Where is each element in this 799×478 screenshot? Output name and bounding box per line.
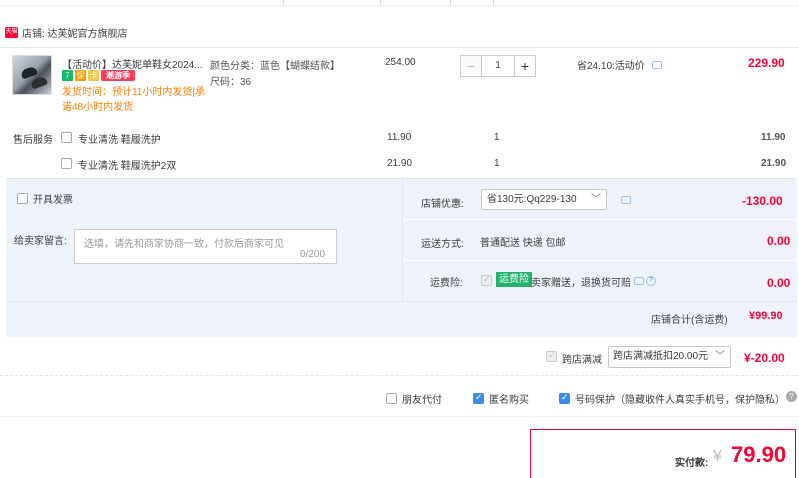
friend-pay-option[interactable]: 朋友代付 [386,391,442,406]
shipping-note: 发货时间：预计11小时内发货|承诺48小时内发货 [62,87,205,113]
shipping-method: 普通配送 快递 包邮 [480,238,566,249]
shop-discount-label: 店铺优惠: [421,199,464,210]
seven-day-return-icon: 7 [62,70,73,81]
number-protect-option[interactable]: 号码保护（隐藏收件人真实手机号，保护隐私） [559,391,785,406]
shoe-image [19,65,39,80]
panel-divider [402,178,403,301]
invoice-option[interactable]: 开具发票 [17,191,73,206]
chevron-down-icon: ﹀ [715,351,725,362]
chat-icon[interactable] [634,277,644,285]
guarantee-icon: 保 [75,70,86,81]
message-char-count: 0/200 [300,249,326,260]
cross-store-label: 跨店满减 [562,355,602,366]
help-icon[interactable]: ? [786,391,797,402]
product-badges: 7 保 卡 潮游季 [62,70,135,82]
anonymous-checkbox[interactable] [473,393,484,404]
insurance-label: 运费险: [430,278,463,289]
friend-pay-label: 朋友代付 [402,395,442,406]
question-icon[interactable]: ? [646,276,656,286]
cross-store-amount: ¥-20.00 [744,351,785,365]
sku-size: 尺码：36 [210,77,252,88]
column-divider [283,0,284,5]
quantity-stepper: − 1 + [460,55,536,77]
service-qty: 1 [494,158,500,169]
message-label: 给卖家留言: [14,236,67,247]
cross-store-value: 跨店满减抵扣20.00元 [613,351,709,362]
shop-total-value: ¥99.90 [749,310,783,322]
shop-discount-amount: -130.00 [742,194,783,208]
payment-label: 实付款: [675,458,709,469]
message-placeholder: 选填，请先和商家协商一致，付款后商家可见 [84,239,284,250]
chat-icon[interactable] [621,196,631,204]
friend-pay-checkbox[interactable] [386,393,397,404]
insurance-badge: 运费险 [496,272,532,287]
shop-name-link[interactable]: 店铺: 达芙妮官方旗舰店 [22,25,128,40]
service-total: 21.90 [761,158,787,169]
saving-text: 省24.10:活动价 [577,61,645,72]
shipping-label: 运送方式: [421,239,464,250]
chevron-down-icon: ﹀ [591,194,601,205]
service-checkbox[interactable] [61,132,72,143]
item-subtotal: 229.90 [748,56,785,70]
service-name: 专业清洗 鞋履洗护 [78,135,161,146]
panel-row-divider [403,260,797,261]
insurance-text: 卖家赠送，退换货可赔 [531,278,631,289]
quantity-input[interactable]: 1 [482,55,514,77]
unit-price: 254.00 [385,57,416,68]
column-divider [493,0,494,5]
panel-row-divider [6,301,797,302]
column-divider [380,0,381,5]
payment-currency: ¥ [713,448,722,465]
shop-discount-value: 省130元:Qq229-130 [487,194,577,205]
service-price: 11.90 [387,132,412,143]
promo-tag: 潮游季 [101,70,135,81]
column-divider [450,0,451,5]
service-price: 21.90 [387,158,413,169]
invoice-checkbox[interactable] [17,193,28,204]
number-protect-checkbox[interactable] [559,393,570,404]
insurance-checkbox [481,275,492,286]
service-name: 专业清洗 鞋履洗护2双 [78,161,177,172]
service-qty: 1 [494,132,500,143]
shipping-amount: 0.00 [767,234,791,248]
anonymous-option[interactable]: 匿名购买 [473,391,529,406]
options-divider [0,416,799,417]
chat-icon[interactable] [652,61,662,69]
insurance-amount: 0.00 [767,276,791,290]
product-title-link[interactable]: 【活动价】达芙妮单鞋女2024... [62,56,202,71]
increase-button[interactable]: + [514,55,536,77]
after-sales-label: 售后服务 [13,135,53,146]
number-protect-label: 号码保护（隐藏收件人真实手机号，保护隐私） [575,395,785,406]
cross-store-select[interactable]: 跨店满减抵扣20.00元 ﹀ [608,346,731,368]
invoice-label: 开具发票 [33,195,73,206]
decrease-button[interactable]: − [460,55,482,77]
top-divider [0,0,799,6]
shoe-image [29,75,49,90]
anonymous-label: 匿名购买 [489,395,529,406]
service-total: 11.90 [761,132,786,143]
shop-total-label: 店铺合计(含运费) [651,315,728,326]
shop-discount-select[interactable]: 省130元:Qq229-130 ﹀ [481,189,607,210]
cross-store-checkbox [546,351,557,362]
tmall-logo: 天猫 [5,27,18,38]
product-thumbnail[interactable] [12,55,52,95]
payment-amount: 79.90 [731,442,787,467]
panel-row-divider [403,219,797,220]
card-icon: 卡 [88,70,99,81]
service-checkbox[interactable] [61,158,72,169]
sku-color: 颜色分类：蓝色【蝴蝶结款】 [210,61,340,72]
